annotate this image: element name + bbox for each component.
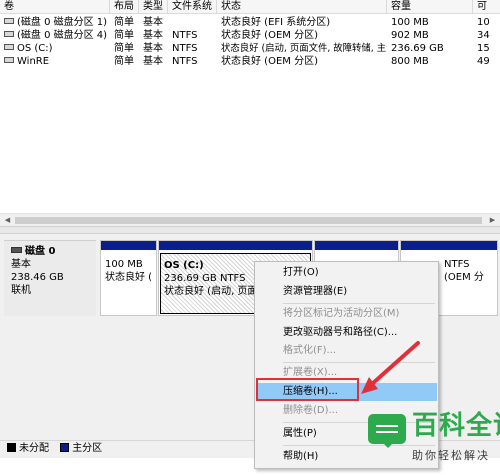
- volume-capacity: 800 MB: [391, 56, 429, 67]
- horizontal-scrollbar[interactable]: ◀ ▶: [0, 213, 500, 226]
- menu-item-format[interactable]: 格式化(F)...: [257, 342, 437, 360]
- partition-status: (OEM 分: [444, 272, 484, 283]
- volume-layout: 简单: [114, 17, 134, 28]
- legend-primary: 主分区: [72, 443, 103, 454]
- disk-type: 基本: [11, 259, 31, 270]
- volume-capacity: 100 MB: [391, 17, 429, 28]
- partition-size: 100 MB: [105, 259, 143, 270]
- col-volume[interactable]: 卷: [0, 0, 110, 14]
- disk-icon: [11, 247, 22, 253]
- disk-0-label[interactable]: 磁盘 0 基本 238.46 GB 联机: [4, 240, 96, 316]
- volume-list: 卷 布局 类型 文件系统 状态 容量 可 (磁盘 0 磁盘分区 1) 简单 基本…: [0, 0, 500, 215]
- speech-bubble-logo-icon: [368, 414, 406, 448]
- volume-free: 10: [477, 17, 490, 28]
- callout-highlight-box: [256, 378, 359, 401]
- disk-size: 238.46 GB: [11, 272, 64, 283]
- volume-icon: [4, 44, 14, 50]
- unallocated-swatch: [7, 442, 16, 452]
- menu-separator: [283, 362, 435, 363]
- column-header-row: 卷 布局 类型 文件系统 状态 容量 可: [0, 0, 500, 14]
- volume-type: 基本: [143, 56, 163, 67]
- col-layout[interactable]: 布局: [110, 0, 139, 14]
- col-filesystem[interactable]: 文件系统: [168, 0, 217, 14]
- watermark-title: 百科全说: [412, 411, 500, 441]
- menu-item-explorer[interactable]: 资源管理器(E): [257, 283, 437, 301]
- primary-swatch: [60, 442, 70, 452]
- volume-fs: NTFS: [172, 56, 198, 67]
- menu-item-mark-active[interactable]: 将分区标记为活动分区(M): [257, 305, 437, 323]
- menu-item-change-letter[interactable]: 更改驱动器号和路径(C)...: [257, 324, 437, 342]
- volume-status: 状态良好 (EFI 系统分区): [221, 17, 331, 28]
- volume-fs: NTFS: [172, 30, 198, 41]
- col-capacity[interactable]: 容量: [387, 0, 473, 14]
- volume-name: WinRE: [17, 56, 50, 67]
- volume-fs: [168, 16, 217, 29]
- volume-status: 状态良好 (启动, 页面文件, 故障转储, 主分区): [221, 43, 387, 54]
- volume-name: (磁盘 0 磁盘分区 4): [17, 30, 108, 41]
- table-row[interactable]: OS (C:) 简单 基本 NTFS 状态良好 (启动, 页面文件, 故障转储,…: [0, 42, 500, 55]
- volume-type: 基本: [143, 17, 163, 28]
- volume-free: 49: [477, 56, 490, 67]
- disk-status: 联机: [11, 285, 31, 296]
- partition-efi[interactable]: 100 MB 状态良好 (: [100, 240, 157, 316]
- partition-bar: [315, 241, 398, 250]
- partition-status: 状态良好 (: [105, 272, 153, 283]
- volume-name: (磁盘 0 磁盘分区 1): [17, 17, 108, 28]
- partition-bar: [401, 241, 497, 250]
- scrollbar-thumb[interactable]: [15, 217, 482, 224]
- volume-icon: [4, 57, 14, 63]
- volume-layout: 简单: [114, 30, 134, 41]
- pane-splitter[interactable]: [0, 226, 500, 234]
- legend-unallocated: 未分配: [19, 443, 49, 454]
- col-type[interactable]: 类型: [139, 0, 168, 14]
- table-row[interactable]: (磁盘 0 磁盘分区 1) 简单 基本 状态良好 (EFI 系统分区) 100 …: [0, 16, 500, 29]
- table-row[interactable]: WinRE 简单 基本 NTFS 状态良好 (OEM 分区) 800 MB 49: [0, 55, 500, 68]
- menu-item-open[interactable]: 打开(O): [257, 264, 437, 282]
- partition-bar: [101, 241, 156, 250]
- volume-free: 34: [477, 30, 490, 41]
- col-free[interactable]: 可: [473, 0, 500, 14]
- volume-free: 15: [477, 43, 490, 54]
- volume-type: 基本: [143, 43, 163, 54]
- volume-icon: [4, 31, 14, 37]
- partition-bar: [159, 241, 312, 250]
- volume-capacity: 902 MB: [391, 30, 429, 41]
- table-row[interactable]: (磁盘 0 磁盘分区 4) 简单 基本 NTFS 状态良好 (OEM 分区) 9…: [0, 29, 500, 42]
- volume-layout: 简单: [114, 43, 134, 54]
- volume-icon: [4, 18, 14, 24]
- volume-fs: NTFS: [172, 43, 198, 54]
- volume-type: 基本: [143, 30, 163, 41]
- watermark-subtitle: 助你轻松解决: [412, 449, 490, 462]
- volume-status: 状态良好 (OEM 分区): [221, 30, 318, 41]
- disk-name: 磁盘 0: [25, 246, 56, 257]
- volume-status: 状态良好 (OEM 分区): [221, 56, 318, 67]
- volume-capacity: 236.69 GB: [391, 43, 444, 54]
- col-status[interactable]: 状态: [217, 0, 387, 14]
- partition-size: NTFS: [444, 259, 470, 270]
- volume-layout: 简单: [114, 56, 134, 67]
- volume-name: OS (C:): [17, 43, 53, 54]
- menu-separator: [283, 303, 435, 304]
- watermark: 百科全说 助你轻松解决: [368, 410, 500, 472]
